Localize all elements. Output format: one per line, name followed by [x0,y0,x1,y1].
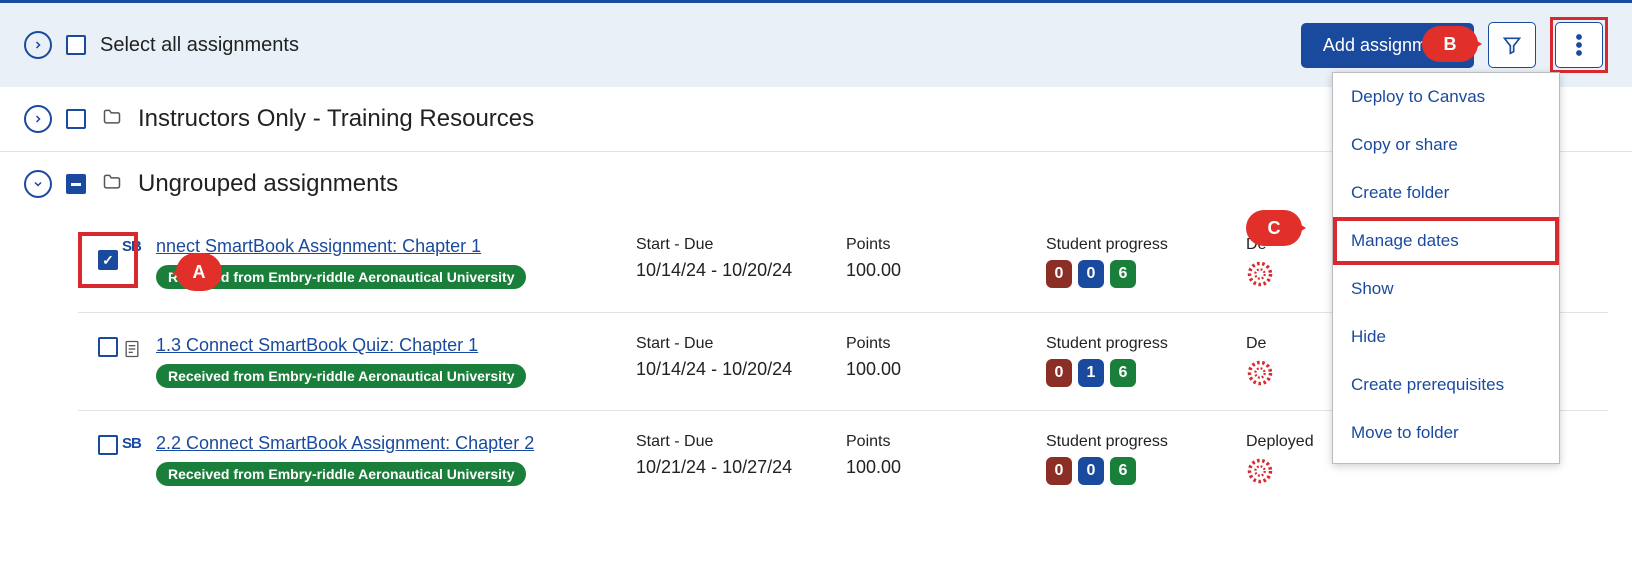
folder-icon [100,172,124,197]
section-toggle[interactable] [24,105,52,133]
points-label: Points [846,433,1046,451]
quiz-icon [122,335,156,361]
received-pill: Received from Embry-riddle Aeronautical … [156,462,526,486]
dates-value: 10/14/24 - 10/20/24 [636,260,846,281]
menu-item-deploy[interactable]: Deploy to Canvas [1333,73,1559,121]
points-value: 100.00 [846,359,1046,380]
points-label: Points [846,236,1046,254]
dates-value: 10/14/24 - 10/20/24 [636,359,846,380]
section-checkbox[interactable] [66,109,86,129]
assignment-checkbox[interactable] [98,435,118,455]
progress-green-badge: 6 [1110,260,1136,288]
section-toggle-open[interactable] [24,170,52,198]
assignment-link[interactable]: 1.3 Connect SmartBook Quiz: Chapter 1 [156,335,478,355]
section-title: Instructors Only - Training Resources [138,105,534,133]
select-all-checkbox[interactable] [66,35,86,55]
menu-item-move-folder[interactable]: Move to folder [1333,409,1559,457]
progress-label: Student progress [1046,433,1246,451]
progress-blue-badge: 1 [1078,359,1104,387]
progress-green-badge: 6 [1110,457,1136,485]
section-title: Ungrouped assignments [138,170,398,198]
smartbook-icon: SB [122,435,141,452]
menu-item-hide[interactable]: Hide [1333,313,1559,361]
assignment-checkbox[interactable] [98,337,118,357]
progress-blue-badge: 0 [1078,457,1104,485]
menu-item-create-folder[interactable]: Create folder [1333,169,1559,217]
menu-item-show[interactable]: Show [1333,265,1559,313]
expand-all-toggle[interactable] [24,31,52,59]
callout-marker-c: C [1246,210,1302,246]
section-checkbox-indeterminate[interactable] [66,174,86,194]
funnel-icon [1502,35,1522,55]
dates-label: Start - Due [636,335,846,353]
dots-vertical-icon [1576,34,1582,56]
points-value: 100.00 [846,260,1046,281]
callout-marker-b: B [1422,26,1478,62]
more-actions-highlight [1550,17,1608,73]
received-pill: Received from Embry-riddle Aeronautical … [156,364,526,388]
progress-red-badge: 0 [1046,260,1072,288]
canvas-icon [1246,359,1274,387]
progress-label: Student progress [1046,335,1246,353]
menu-item-prereq[interactable]: Create prerequisites [1333,361,1559,409]
points-value: 100.00 [846,457,1046,478]
assignment-checkbox[interactable] [98,250,118,270]
menu-item-copy-share[interactable]: Copy or share [1333,121,1559,169]
menu-item-delete[interactable]: Delete assignments [1333,457,1559,463]
progress-label: Student progress [1046,236,1246,254]
points-label: Points [846,335,1046,353]
assignment-link[interactable]: 2.2 Connect SmartBook Assignment: Chapte… [156,433,534,453]
dates-label: Start - Due [636,433,846,451]
folder-icon [100,107,124,132]
dates-label: Start - Due [636,236,846,254]
progress-green-badge: 6 [1110,359,1136,387]
progress-blue-badge: 0 [1078,260,1104,288]
canvas-icon [1246,260,1274,288]
filter-button[interactable] [1488,22,1536,68]
canvas-icon [1246,457,1274,485]
more-actions-menu: Deploy to Canvas Copy or share Create fo… [1332,72,1560,464]
select-all-label: Select all assignments [100,34,299,57]
progress-red-badge: 0 [1046,359,1072,387]
dates-value: 10/21/24 - 10/27/24 [636,457,846,478]
callout-marker-a: A [176,253,222,291]
progress-red-badge: 0 [1046,457,1072,485]
more-actions-button[interactable] [1555,22,1603,68]
menu-item-manage-dates[interactable]: Manage dates [1333,217,1559,265]
checkbox-highlight [78,232,138,288]
